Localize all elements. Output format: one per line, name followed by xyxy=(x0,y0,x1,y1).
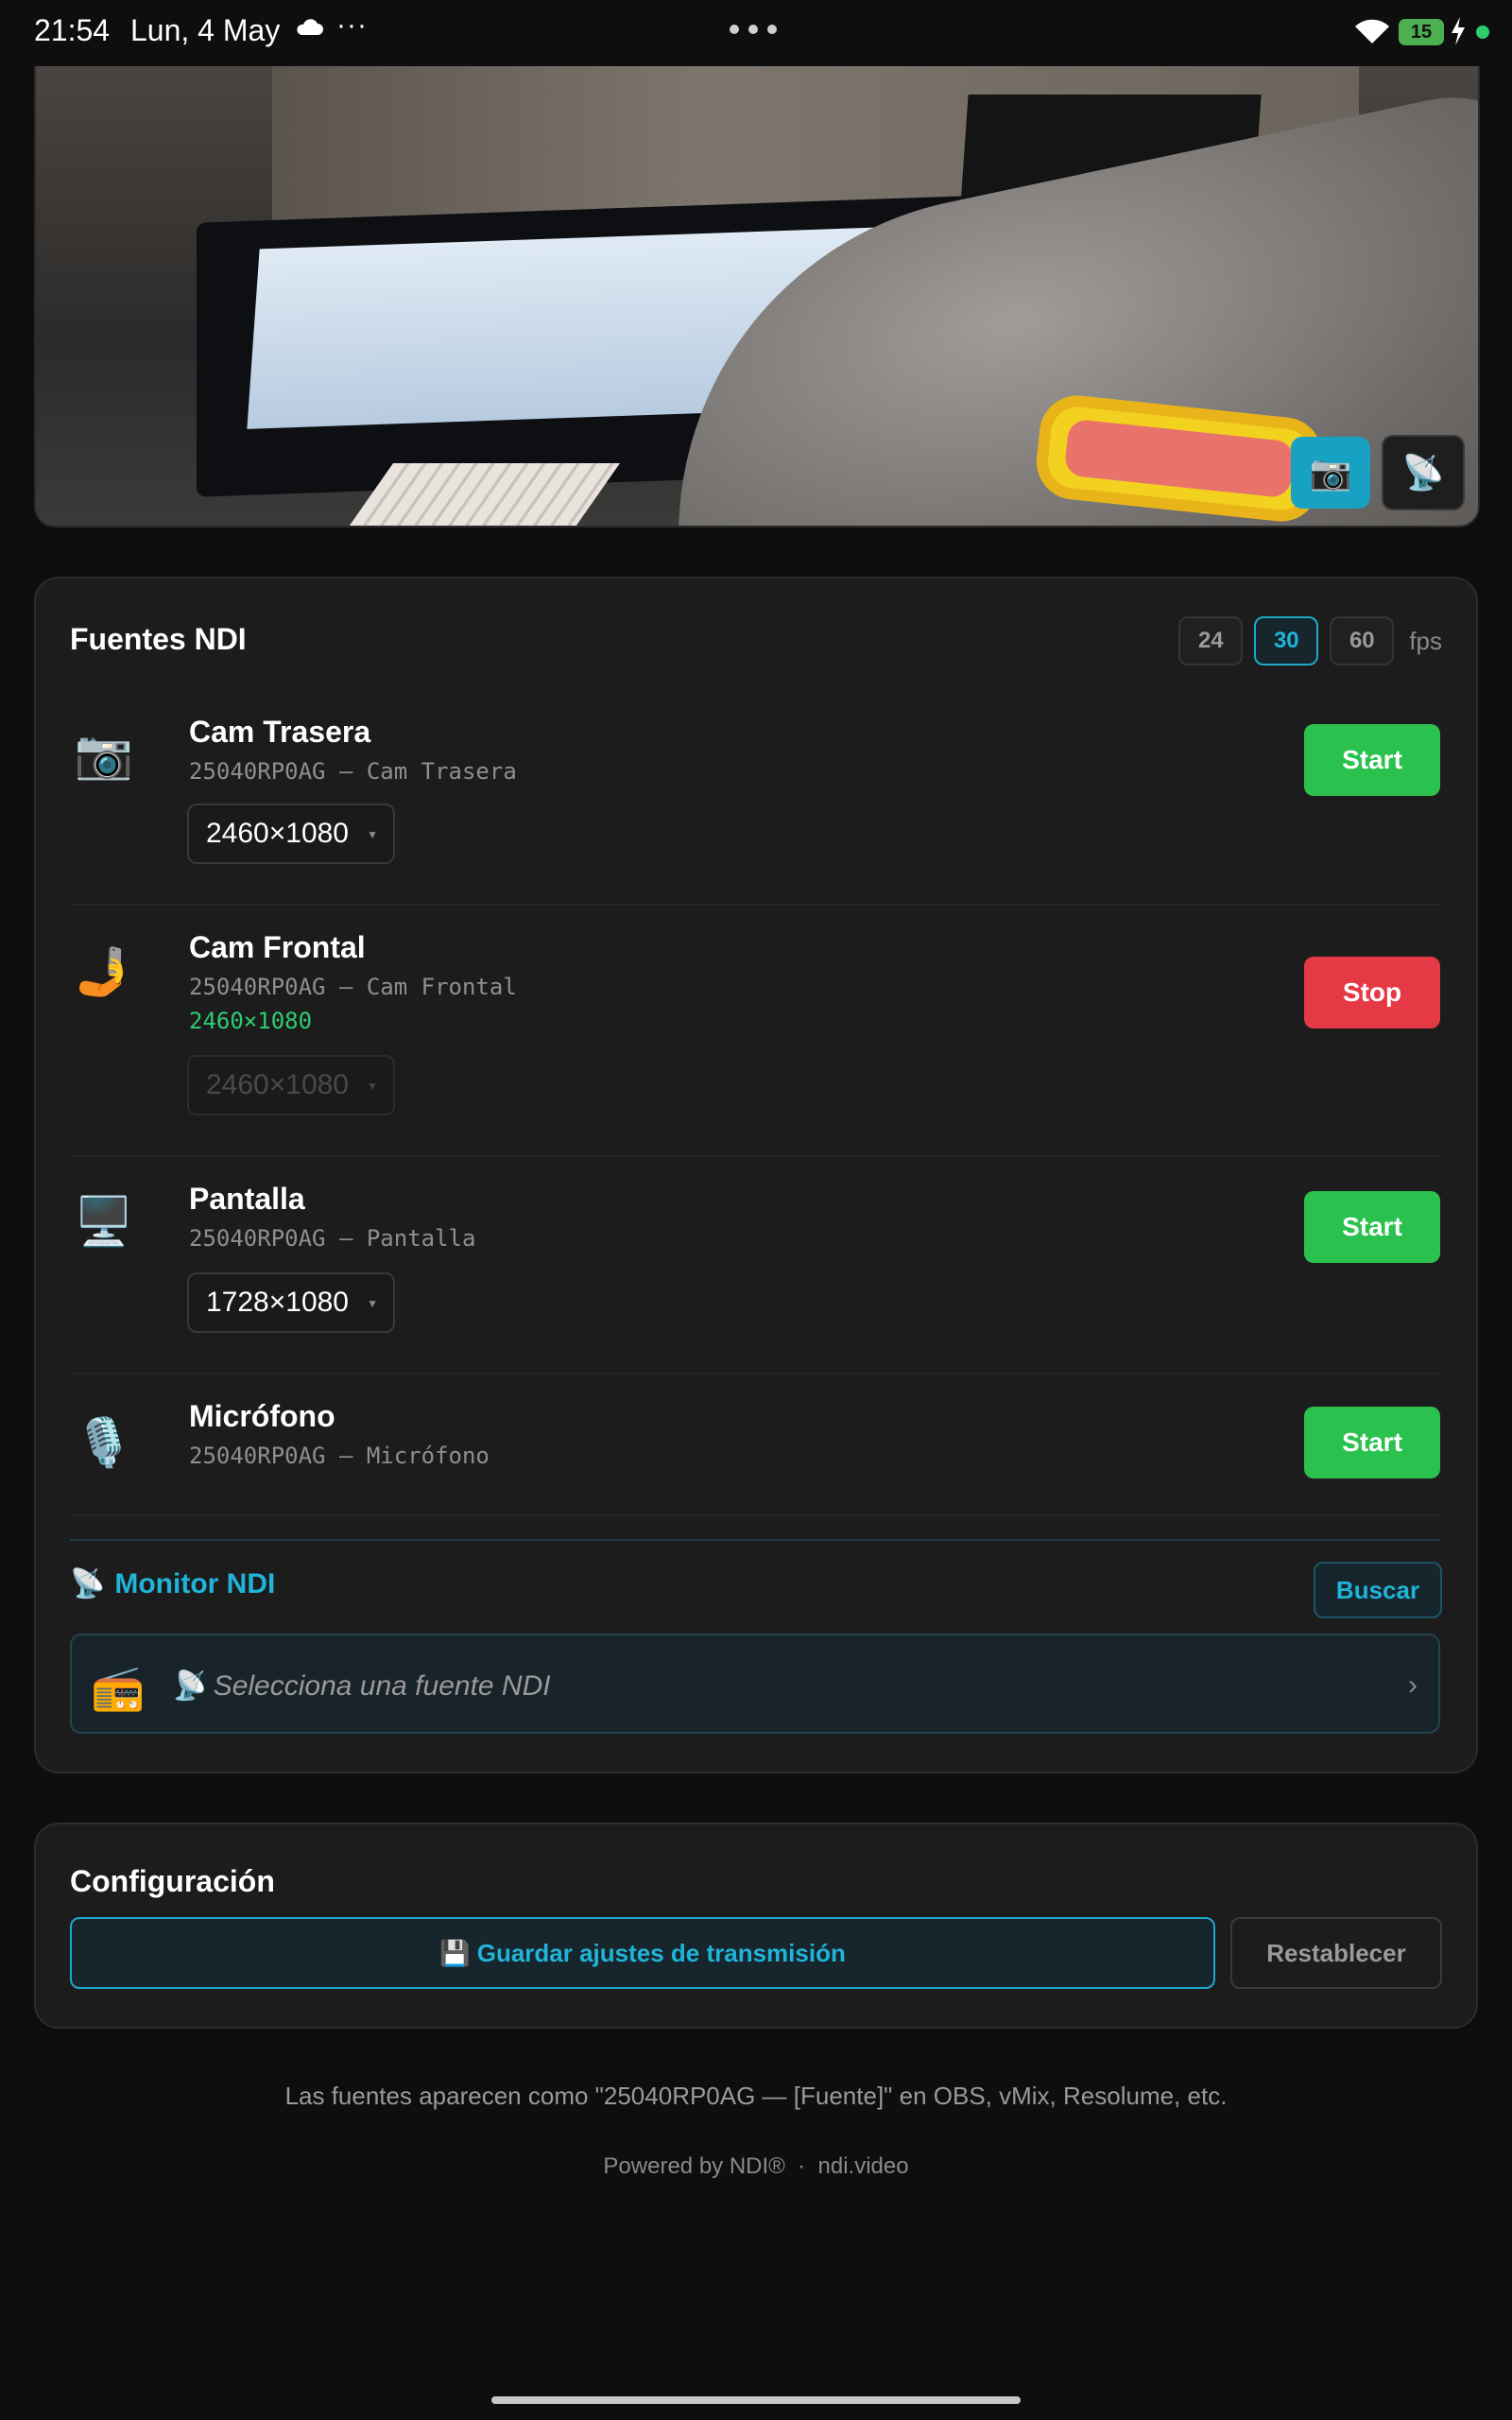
search-button[interactable]: Buscar xyxy=(1314,1562,1442,1618)
home-indicator[interactable] xyxy=(491,2396,1021,2404)
ndi-source-selector[interactable]: 📻 📡 Selecciona una fuente NDI › xyxy=(70,1634,1440,1734)
source-name: Micrófono xyxy=(189,1399,335,1433)
camera-switch-button[interactable]: 📷 xyxy=(1291,437,1370,509)
chevron-down-icon: ▼ xyxy=(367,1297,378,1310)
active-resolution: 2460×1080 xyxy=(189,1008,313,1034)
start-button[interactable]: Start xyxy=(1304,1191,1440,1263)
source-name: Cam Trasera xyxy=(189,715,371,749)
chevron-right-icon: › xyxy=(1408,1669,1418,1701)
radio-icon: 📻 xyxy=(91,1663,146,1712)
save-settings-button[interactable]: 💾 Guardar ajustes de transmisión xyxy=(70,1917,1215,1989)
resolution-select[interactable]: 2460×1080 ▼ xyxy=(187,804,395,864)
fps-option-60[interactable]: 60 xyxy=(1330,616,1395,666)
rear-camera-icon: 📷 xyxy=(74,727,134,781)
source-row-microfono: 🎙️ Micrófono 25040RP0AG — Micrófono Star… xyxy=(70,1373,1440,1516)
source-subtitle: 25040RP0AG — Cam Frontal xyxy=(189,974,517,1000)
fps-label: fps xyxy=(1409,626,1442,655)
resolution-select[interactable]: 1728×1080 ▼ xyxy=(187,1272,395,1333)
fps-option-24[interactable]: 24 xyxy=(1178,616,1244,666)
stop-button[interactable]: Stop xyxy=(1304,957,1440,1028)
ndi-sources-card: Fuentes NDI 24 30 60 fps 📷 Cam Trasera 2… xyxy=(34,577,1478,1773)
resolution-select[interactable]: 2460×1080 ▼ xyxy=(187,1055,395,1115)
start-button[interactable]: Start xyxy=(1304,724,1440,796)
monitor-ndi-title: 📡 Monitor NDI xyxy=(70,1567,275,1600)
satellite-antenna-icon: 📡 xyxy=(70,1568,106,1599)
fps-option-30[interactable]: 30 xyxy=(1254,616,1319,666)
monitor-title-label: Monitor NDI xyxy=(114,1567,276,1599)
wifi-icon xyxy=(1355,19,1389,43)
source-row-cam-frontal: 🤳 Cam Frontal 25040RP0AG — Cam Frontal 2… xyxy=(70,904,1440,1157)
resolution-value: 1728×1080 xyxy=(206,1287,349,1318)
ndi-toggle-button[interactable]: 📡 xyxy=(1382,435,1465,510)
config-title: Configuración xyxy=(70,1864,275,1898)
satellite-antenna-icon: 📡 xyxy=(1401,453,1445,492)
source-row-cam-trasera: 📷 Cam Trasera 25040RP0AG — Cam Trasera 2… xyxy=(70,694,1440,906)
config-card: Configuración 💾 Guardar ajustes de trans… xyxy=(34,1823,1478,2029)
privacy-indicator-dot xyxy=(1476,26,1489,39)
selfie-camera-icon: 🤳 xyxy=(74,944,134,998)
battery-indicator: 15 xyxy=(1399,19,1444,45)
source-subtitle: 25040RP0AG — Cam Trasera xyxy=(189,758,517,785)
section-divider xyxy=(70,1539,1440,1541)
source-name: Pantalla xyxy=(189,1182,305,1216)
footer-note: Las fuentes aparecen como "25040RP0AG — … xyxy=(284,2082,1228,2110)
source-subtitle: 25040RP0AG — Micrófono xyxy=(189,1443,490,1469)
multitask-dots-icon[interactable] xyxy=(730,25,777,34)
chevron-down-icon: ▼ xyxy=(367,1080,378,1093)
resolution-value: 2460×1080 xyxy=(206,1069,349,1100)
ndi-sources-title: Fuentes NDI xyxy=(70,622,247,656)
source-subtitle: 25040RP0AG — Pantalla xyxy=(189,1225,476,1252)
ndi-source-placeholder: 📡 Selecciona una fuente NDI xyxy=(170,1670,551,1702)
status-date: Lun, 4 May xyxy=(130,13,281,47)
more-notifications-icon: ··· xyxy=(336,9,368,41)
start-button[interactable]: Start xyxy=(1304,1407,1440,1478)
source-name: Cam Frontal xyxy=(189,930,366,964)
powered-by: Powered by NDI® · ndi.video xyxy=(603,2153,909,2179)
fps-selector: 24 30 60 fps xyxy=(1178,616,1442,666)
source-row-pantalla: 🖥️ Pantalla 25040RP0AG — Pantalla 1728×1… xyxy=(70,1155,1440,1374)
resolution-value: 2460×1080 xyxy=(206,818,349,849)
camera-icon: 📷 xyxy=(1309,453,1352,492)
status-bar: 21:54 Lun, 4 May ··· 15 xyxy=(0,0,1512,66)
charging-icon xyxy=(1452,17,1465,45)
chevron-down-icon: ▼ xyxy=(367,828,378,841)
status-time: 21:54 xyxy=(34,13,111,47)
desktop-computer-icon: 🖥️ xyxy=(74,1194,134,1248)
cloud-icon xyxy=(297,19,323,35)
microphone-icon: 🎙️ xyxy=(74,1415,134,1469)
camera-preview: 📷 📡 xyxy=(34,66,1480,527)
reset-button[interactable]: Restablecer xyxy=(1230,1917,1442,1989)
